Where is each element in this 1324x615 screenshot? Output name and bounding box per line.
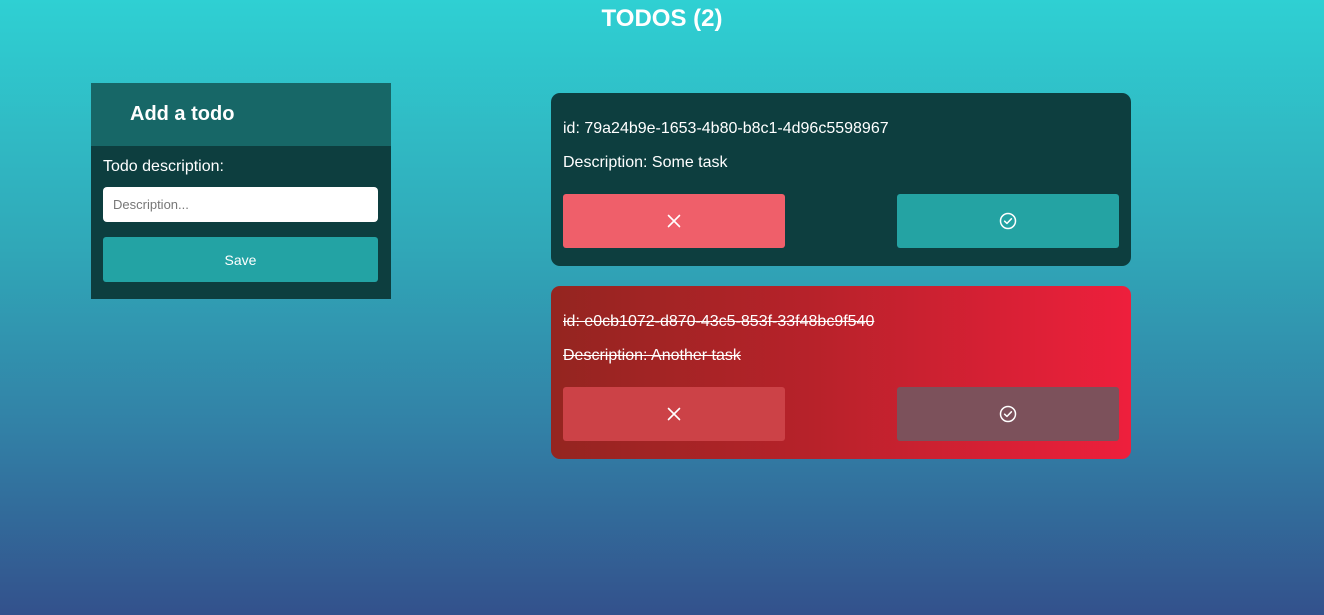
- todo-id: id: e0cb1072-d870-43c5-853f-33f48bc9f540: [563, 313, 875, 330]
- add-todo-form: Todo description: Save: [91, 146, 391, 282]
- description-label: Todo description:: [103, 158, 224, 175]
- page-title: TODOS (2): [601, 5, 723, 32]
- todo-card: id: 79a24b9e-1653-4b80-b8c1-4d96c5598967…: [551, 93, 1131, 266]
- delete-todo-button[interactable]: [563, 194, 785, 248]
- todo-card-completed: id: e0cb1072-d870-43c5-853f-33f48bc9f540…: [551, 286, 1131, 459]
- check-circle-icon: [999, 405, 1017, 423]
- todo-actions: [563, 387, 1119, 441]
- add-todo-header: Add a todo: [91, 83, 391, 146]
- description-input[interactable]: [103, 187, 378, 222]
- complete-todo-button[interactable]: [897, 387, 1119, 441]
- todo-id: id: 79a24b9e-1653-4b80-b8c1-4d96c5598967: [563, 120, 889, 137]
- todo-description: Description: Some task: [563, 154, 728, 171]
- x-icon: [667, 214, 681, 228]
- complete-todo-button[interactable]: [897, 194, 1119, 248]
- todo-actions: [563, 194, 1119, 248]
- todo-description: Description: Another task: [563, 347, 741, 364]
- x-icon: [667, 407, 681, 421]
- delete-todo-button[interactable]: [563, 387, 785, 441]
- save-button[interactable]: Save: [103, 237, 378, 282]
- add-todo-heading: Add a todo: [130, 103, 235, 125]
- add-todo-panel: Add a todo Todo description: Save: [91, 83, 391, 299]
- check-circle-icon: [999, 212, 1017, 230]
